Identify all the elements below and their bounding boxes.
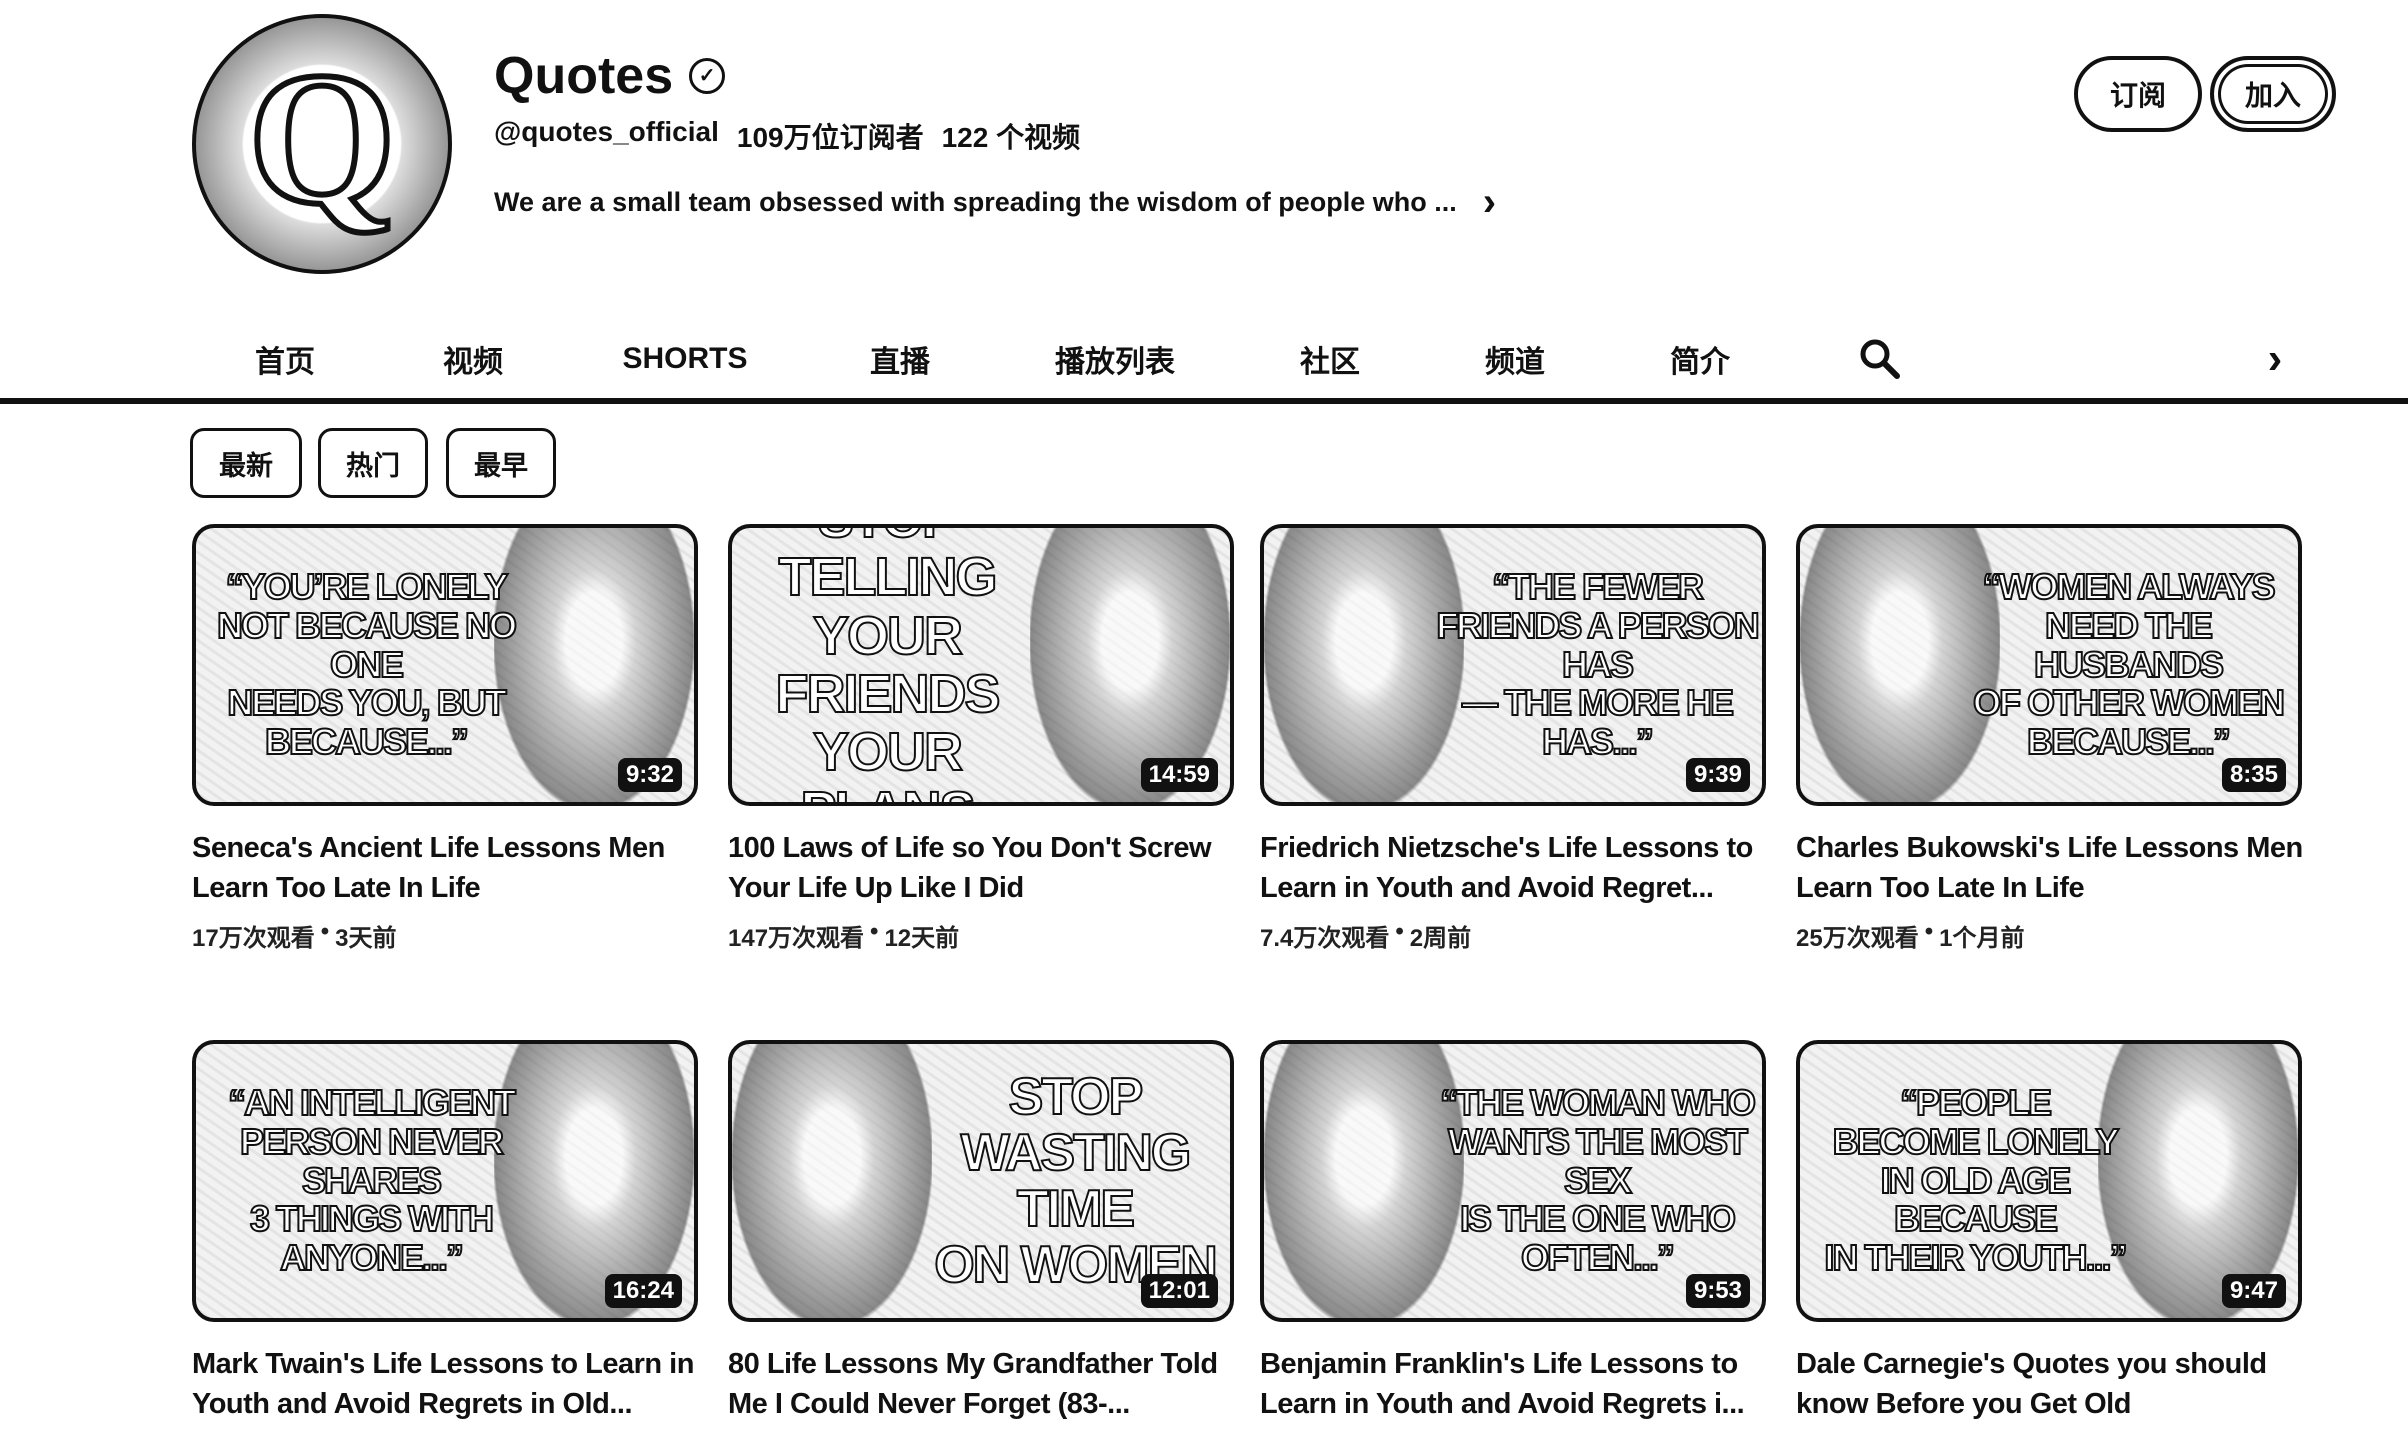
- channel-name: Quotes: [494, 47, 674, 105]
- chip-popular[interactable]: 热门: [318, 428, 428, 498]
- tab-videos[interactable]: 视频: [378, 320, 568, 403]
- channel-description-row[interactable]: We are a small team obsessed with spread…: [494, 180, 1496, 225]
- thumbnail-quote: “AN INTELLIGENT PERSON NEVER SHARES 3 TH…: [227, 1081, 517, 1279]
- meta-separator: •: [1395, 918, 1404, 945]
- video-card[interactable]: “PEOPLE BECOME LONELY IN OLD AGE BECAUSE…: [1796, 1040, 2306, 1424]
- upload-age: 12天前: [884, 925, 960, 952]
- chip-latest[interactable]: 最新: [190, 428, 302, 498]
- video-card[interactable]: “THE WOMAN WHO WANTS THE MOST SEX IS THE…: [1260, 1040, 1770, 1424]
- view-count: 25万次观看: [1796, 925, 1919, 952]
- tab-channels[interactable]: 频道: [1455, 320, 1575, 398]
- duration-badge: 9:32: [617, 758, 682, 792]
- video-meta: 7.4万次观看 • 2周前: [1260, 918, 1770, 953]
- meta-separator: •: [1924, 918, 1934, 945]
- video-title[interactable]: 100 Laws of Life so You Don't Screw Your…: [728, 828, 1238, 908]
- video-card[interactable]: “WOMEN ALWAYS NEED THE HUSBANDS OF OTHER…: [1796, 524, 2306, 953]
- view-count: 17万次观看: [192, 925, 315, 952]
- join-button[interactable]: 加入: [2210, 56, 2336, 132]
- meta-separator: •: [870, 918, 879, 945]
- video-title[interactable]: Benjamin Franklin's Life Lessons to Lear…: [1260, 1344, 1770, 1424]
- video-meta: 147万次观看 • 12天前: [728, 918, 1238, 953]
- meta-separator: •: [320, 918, 330, 945]
- video-thumbnail[interactable]: “WOMEN ALWAYS NEED THE HUSBANDS OF OTHER…: [1796, 524, 2302, 806]
- chip-oldest[interactable]: 最早: [446, 428, 556, 498]
- video-thumbnail[interactable]: “YOU’RE LONELY NOT BECAUSE NO ONE NEEDS …: [192, 524, 698, 806]
- video-card[interactable]: “YOU’RE LONELY NOT BECAUSE NO ONE NEEDS …: [192, 524, 702, 953]
- video-thumbnail[interactable]: “AN INTELLIGENT PERSON NEVER SHARES 3 TH…: [192, 1040, 698, 1322]
- view-count: 7.4万次观看: [1260, 925, 1390, 952]
- channel-tabs: 首页 视频 SHORTS 直播 播放列表 社区 频道 简介 ›: [0, 320, 2408, 404]
- channel-avatar[interactable]: Q: [192, 14, 452, 274]
- duration-badge: 12:01: [1140, 1274, 1218, 1308]
- verified-check-icon: ✓: [689, 58, 726, 94]
- video-count: 122 个视频: [941, 122, 1081, 153]
- video-title[interactable]: Mark Twain's Life Lessons to Learn in Yo…: [192, 1344, 702, 1424]
- duration-badge: 14:59: [1140, 758, 1218, 792]
- tab-about[interactable]: 简介: [1640, 320, 1760, 398]
- avatar-logo-letter: Q: [245, 34, 399, 244]
- tab-home[interactable]: 首页: [230, 320, 340, 398]
- upload-age: 3天前: [335, 925, 397, 952]
- search-icon[interactable]: [1845, 320, 1915, 398]
- video-title[interactable]: Dale Carnegie's Quotes you should know B…: [1796, 1344, 2306, 1424]
- video-meta: 25万次观看 • 1个月前: [1796, 918, 2306, 953]
- video-thumbnail[interactable]: “PEOPLE BECOME LONELY IN OLD AGE BECAUSE…: [1796, 1040, 2302, 1322]
- tab-playlists[interactable]: 播放列表: [1040, 320, 1190, 398]
- chevron-right-icon[interactable]: ›: [2240, 320, 2310, 398]
- video-card[interactable]: “AN INTELLIGENT PERSON NEVER SHARES 3 TH…: [192, 1040, 702, 1424]
- tab-community[interactable]: 社区: [1270, 320, 1390, 398]
- channel-meta: @quotes_official 109万位订阅者 122 个视频: [494, 116, 1080, 156]
- thumbnail-quote: “YOU’RE LONELY NOT BECAUSE NO ONE NEEDS …: [216, 565, 518, 763]
- video-card[interactable]: STOP TELLING YOUR FRIENDS YOUR PLANS 14:…: [728, 524, 1238, 953]
- thumbnail-quote: “PEOPLE BECOME LONELY IN OLD AGE BECAUSE…: [1823, 1081, 2128, 1279]
- video-meta: 17万次观看 • 3天前: [192, 918, 702, 953]
- video-thumbnail[interactable]: “THE FEWER FRIENDS A PERSON HAS — THE MO…: [1260, 524, 1766, 806]
- thumbnail-quote: STOP TELLING YOUR FRIENDS YOUR PLANS: [774, 528, 1001, 802]
- video-card[interactable]: “THE FEWER FRIENDS A PERSON HAS — THE MO…: [1260, 524, 1770, 953]
- duration-badge: 9:53: [1685, 1274, 1750, 1308]
- video-title[interactable]: Seneca's Ancient Life Lessons Men Learn …: [192, 828, 702, 908]
- video-title[interactable]: Charles Bukowski's Life Lessons Men Lear…: [1796, 828, 2306, 908]
- subscribe-button[interactable]: 订阅: [2074, 56, 2202, 132]
- chevron-right-icon[interactable]: ›: [1483, 180, 1496, 225]
- subscriber-count: 109万位订阅者: [736, 122, 924, 153]
- view-count: 147万次观看: [728, 925, 865, 952]
- channel-description: We are a small team obsessed with spread…: [494, 187, 1457, 217]
- video-thumbnail[interactable]: STOP WASTING TIME ON WOMEN 12:01: [728, 1040, 1234, 1322]
- channel-handle: @quotes_official: [494, 116, 719, 147]
- tab-shorts[interactable]: SHORTS: [610, 320, 760, 398]
- video-thumbnail[interactable]: STOP TELLING YOUR FRIENDS YOUR PLANS 14:…: [728, 524, 1234, 806]
- portrait-image: [732, 1044, 932, 1318]
- video-title[interactable]: Friedrich Nietzsche's Life Lessons to Le…: [1260, 828, 1770, 908]
- video-card[interactable]: STOP WASTING TIME ON WOMEN 12:01 80 Life…: [728, 1040, 1238, 1424]
- video-title[interactable]: 80 Life Lessons My Grandfather Told Me I…: [728, 1344, 1238, 1424]
- video-thumbnail[interactable]: “THE WOMAN WHO WANTS THE MOST SEX IS THE…: [1260, 1040, 1766, 1322]
- duration-badge: 8:35: [2221, 758, 2286, 792]
- tab-live[interactable]: 直播: [840, 320, 960, 398]
- duration-badge: 16:24: [604, 1274, 682, 1308]
- channel-name-row: Quotes ✓: [494, 46, 726, 106]
- duration-badge: 9:39: [1685, 758, 1750, 792]
- upload-age: 1个月前: [1939, 925, 2025, 952]
- duration-badge: 9:47: [2221, 1274, 2286, 1308]
- upload-age: 2周前: [1409, 925, 1472, 952]
